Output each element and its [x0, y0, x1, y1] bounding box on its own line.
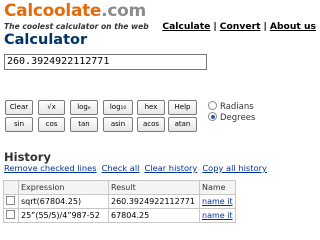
tan-button[interactable]: tan — [70, 117, 98, 132]
remove-checked-lines-link[interactable]: Remove checked lines — [4, 163, 97, 173]
name-it-link[interactable]: name it — [202, 197, 233, 206]
history-result[interactable]: 67804.25 — [108, 208, 200, 223]
history-header-row: Expression Result Name — [3, 180, 236, 195]
nav-link-about-us[interactable]: About us — [270, 21, 316, 32]
log-e-button[interactable]: logₑ — [70, 100, 98, 115]
column-header-result: Result — [108, 180, 200, 195]
history-row: sqrt(67804.25) 260.3924922112771 name it — [3, 194, 236, 209]
nav-link-calculate[interactable]: Calculate — [162, 21, 210, 32]
help-button[interactable]: Help — [168, 100, 197, 115]
hex-button[interactable]: hex — [137, 100, 165, 115]
asin-button[interactable]: asin — [103, 117, 133, 132]
history-result[interactable]: 260.3924922112771 — [108, 194, 200, 209]
calculator-display-input[interactable]: 260.3924922112771 — [4, 54, 207, 70]
nav-separator: | — [213, 21, 217, 32]
radians-option[interactable]: Radians — [208, 101, 254, 112]
site-tagline: The coolest calculator on the web — [4, 22, 149, 31]
calculator-title: Calculator — [4, 32, 88, 48]
history-row-cell — [3, 194, 19, 209]
square-root-button[interactable]: √x — [38, 100, 65, 115]
clear-history-link[interactable]: Clear history — [144, 163, 197, 173]
logo-text-primary: Calcoolate — [4, 1, 102, 21]
history-expression[interactable]: sqrt(67804.25) — [18, 194, 109, 209]
radians-radio[interactable] — [208, 101, 217, 110]
cos-button[interactable]: cos — [38, 117, 65, 132]
clear-button[interactable]: Clear — [5, 100, 33, 115]
log-10-button[interactable]: log₁₀ — [103, 100, 133, 115]
degrees-radio[interactable] — [208, 112, 217, 121]
column-header-expression: Expression — [18, 180, 109, 195]
degrees-label: Degrees — [220, 113, 256, 123]
history-row: 25”(55/5)/4”987-52 67804.25 name it — [3, 208, 236, 223]
check-all-link[interactable]: Check all — [102, 163, 140, 173]
history-title: History — [4, 150, 51, 164]
top-navigation: Calculate | Convert | About us — [162, 21, 316, 32]
radians-label: Radians — [220, 102, 254, 112]
nav-separator: | — [263, 21, 267, 32]
degrees-option[interactable]: Degrees — [208, 112, 255, 123]
history-expression[interactable]: 25”(55/5)/4”987-52 — [18, 208, 109, 223]
column-header-name: Name — [199, 180, 236, 195]
acos-button[interactable]: acos — [137, 117, 165, 132]
copy-all-history-link[interactable]: Copy all history — [202, 163, 267, 173]
sin-button[interactable]: sin — [5, 117, 33, 132]
nav-link-convert[interactable]: Convert — [220, 21, 261, 32]
site-logo[interactable]: Calcoolate.com — [4, 1, 146, 21]
row-checkbox[interactable] — [6, 196, 15, 205]
history-table: Expression Result Name sqrt(67804.25) 26… — [3, 180, 236, 223]
row-checkbox[interactable] — [6, 210, 15, 219]
atan-button[interactable]: atan — [168, 117, 197, 132]
history-row-cell: name it — [199, 194, 236, 209]
logo-text-domain: .com — [101, 1, 146, 21]
history-actions: Remove checked lines Check all Clear histo… — [4, 163, 272, 173]
name-it-link[interactable]: name it — [202, 211, 233, 220]
history-row-cell: name it — [199, 208, 236, 223]
column-header-checkbox — [3, 180, 19, 195]
history-row-cell — [3, 208, 19, 223]
